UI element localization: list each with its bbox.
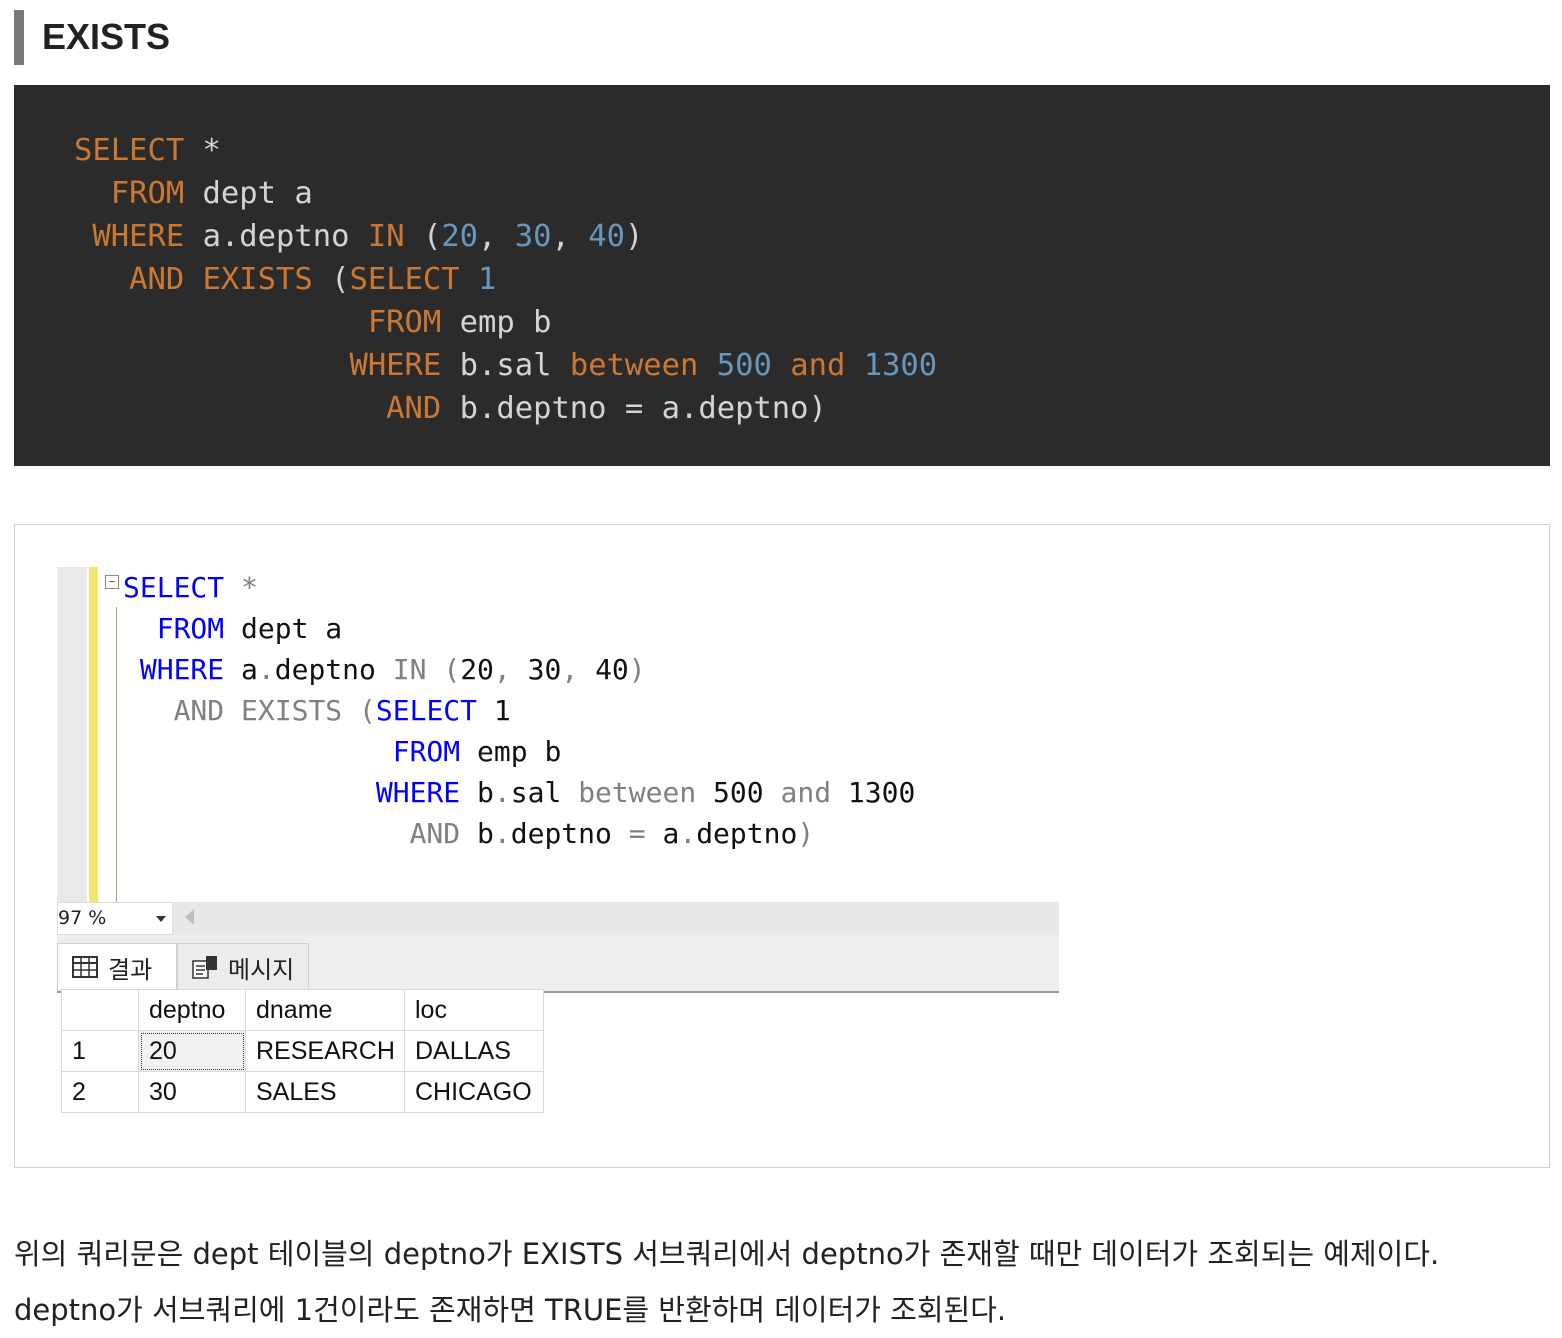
sql-code-block: SELECT * FROM dept a WHERE a.deptno IN (… — [14, 85, 1550, 466]
grid-header-row: deptno dname loc — [61, 989, 544, 1031]
query-editor[interactable]: − SELECT * FROM dept a WHERE a.deptno IN… — [57, 567, 1059, 902]
tab-messages[interactable]: 메시지 — [177, 943, 309, 990]
tab-results[interactable]: 결과 — [57, 943, 177, 990]
messages-icon — [192, 956, 217, 979]
row-number[interactable]: 1 — [61, 1030, 139, 1072]
ssms-screenshot: − SELECT * FROM dept a WHERE a.deptno IN… — [14, 524, 1550, 1168]
grid-cell[interactable]: DALLAS — [404, 1030, 544, 1072]
editor-line: AND EXISTS (SELECT 1 — [173, 694, 511, 727]
column-header[interactable]: deptno — [138, 989, 246, 1031]
description-line: deptno가 서브쿼리에 1건이라도 존재하면 TRUE를 반환하며 데이터가… — [14, 1293, 1007, 1327]
section-heading: EXISTS — [14, 10, 170, 65]
tab-messages-label: 메시지 — [228, 955, 295, 984]
code-line: FROM emp b — [367, 305, 552, 340]
grid-cell[interactable]: 30 — [138, 1071, 246, 1113]
column-header[interactable]: dname — [245, 989, 405, 1031]
column-header[interactable]: loc — [404, 989, 544, 1031]
grid-cell[interactable]: CHICAGO — [404, 1071, 544, 1113]
table-row[interactable]: 2 30 SALES CHICAGO — [61, 1071, 544, 1113]
editor-line: WHERE a.deptno IN (20, 30, 40) — [139, 653, 646, 686]
code-line: WHERE b.sal between 500 and 1300 — [349, 348, 938, 383]
grid-cell[interactable]: RESEARCH — [245, 1030, 405, 1072]
table-row[interactable]: 1 20 RESEARCH DALLAS — [61, 1030, 544, 1072]
code-line: WHERE a.deptno IN (20, 30, 40) — [92, 219, 644, 254]
zoom-dropdown[interactable]: 97 % — [57, 902, 173, 935]
editor-statusbar: 97 % — [57, 902, 1059, 935]
tab-results-label: 결과 — [108, 955, 153, 984]
results-tabbar: 결과 메시지 — [57, 935, 1059, 993]
sql-code: SELECT * FROM dept a WHERE a.deptno IN (… — [74, 129, 937, 430]
editor-line: FROM emp b — [392, 735, 562, 768]
code-line: AND b.deptno = a.deptno) — [386, 391, 827, 426]
change-marker-bar — [89, 567, 98, 902]
section-title: EXISTS — [42, 16, 171, 57]
scroll-left-icon[interactable] — [185, 909, 194, 925]
row-number[interactable]: 2 — [61, 1071, 139, 1113]
code-line: AND EXISTS (SELECT 1 — [129, 262, 497, 297]
editor-line: SELECT * — [123, 571, 258, 604]
description-paragraph: 위의 쿼리문은 dept 테이블의 deptno가 EXISTS 서브쿼리에서 … — [14, 1226, 1439, 1338]
editor-line: AND b.deptno = a.deptno) — [409, 817, 815, 850]
editor-line: FROM dept a — [156, 612, 343, 645]
editor-gutter — [57, 567, 87, 902]
code-line: FROM dept a — [110, 176, 313, 211]
description-line: 위의 쿼리문은 dept 테이블의 deptno가 EXISTS 서브쿼리에서 … — [14, 1237, 1440, 1271]
results-grid[interactable]: deptno dname loc 1 20 RESEARCH DALLAS 2 … — [61, 989, 544, 1113]
chevron-down-icon — [156, 916, 166, 922]
grid-cell-selected[interactable]: 20 — [138, 1030, 246, 1072]
code-line: SELECT * — [74, 133, 221, 168]
row-header-corner[interactable] — [61, 989, 139, 1031]
zoom-value: 97 % — [58, 907, 107, 929]
editor-line: WHERE b.sal between 500 and 1300 — [375, 776, 916, 809]
outline-guide — [116, 607, 117, 902]
editor-code[interactable]: SELECT * FROM dept a WHERE a.deptno IN (… — [123, 567, 915, 854]
collapse-icon[interactable]: − — [105, 575, 119, 589]
grid-cell[interactable]: SALES — [245, 1071, 405, 1113]
grid-icon — [72, 956, 98, 978]
